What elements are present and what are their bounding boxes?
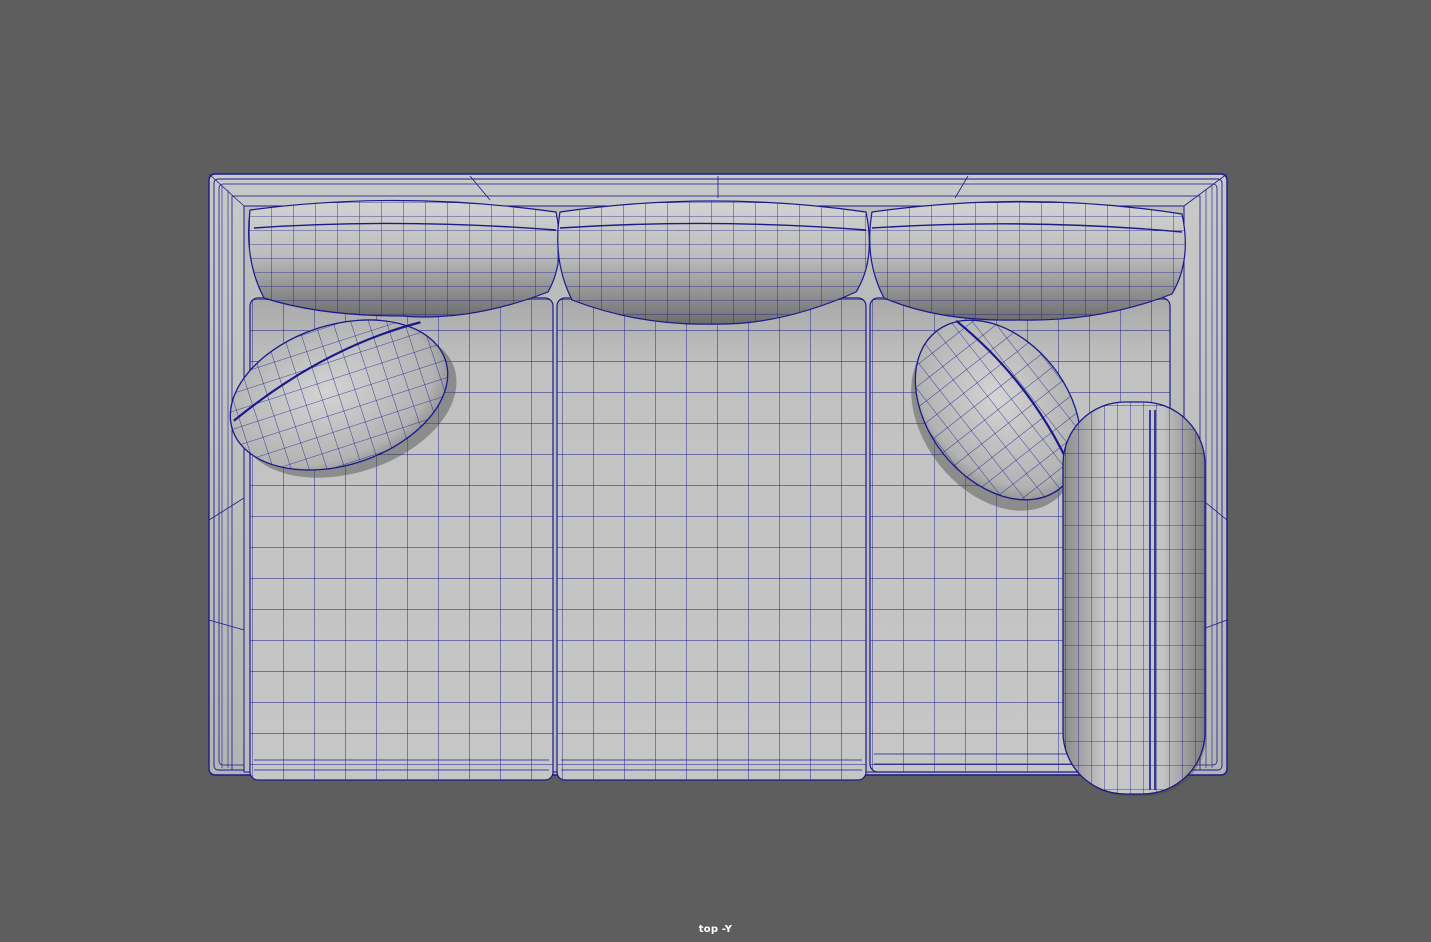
seat-cushion-middle[interactable]: [556, 297, 867, 781]
maya-viewport-top[interactable]: top -Y: [0, 0, 1431, 942]
camera-label: top -Y: [698, 924, 733, 935]
back-cushion-left[interactable]: [248, 199, 561, 318]
back-cushion-right[interactable]: [869, 200, 1186, 321]
bolster-pillow[interactable]: [1062, 401, 1206, 796]
sofa-model-wireframe[interactable]: [0, 0, 1431, 942]
back-cushion-middle[interactable]: [557, 200, 870, 325]
